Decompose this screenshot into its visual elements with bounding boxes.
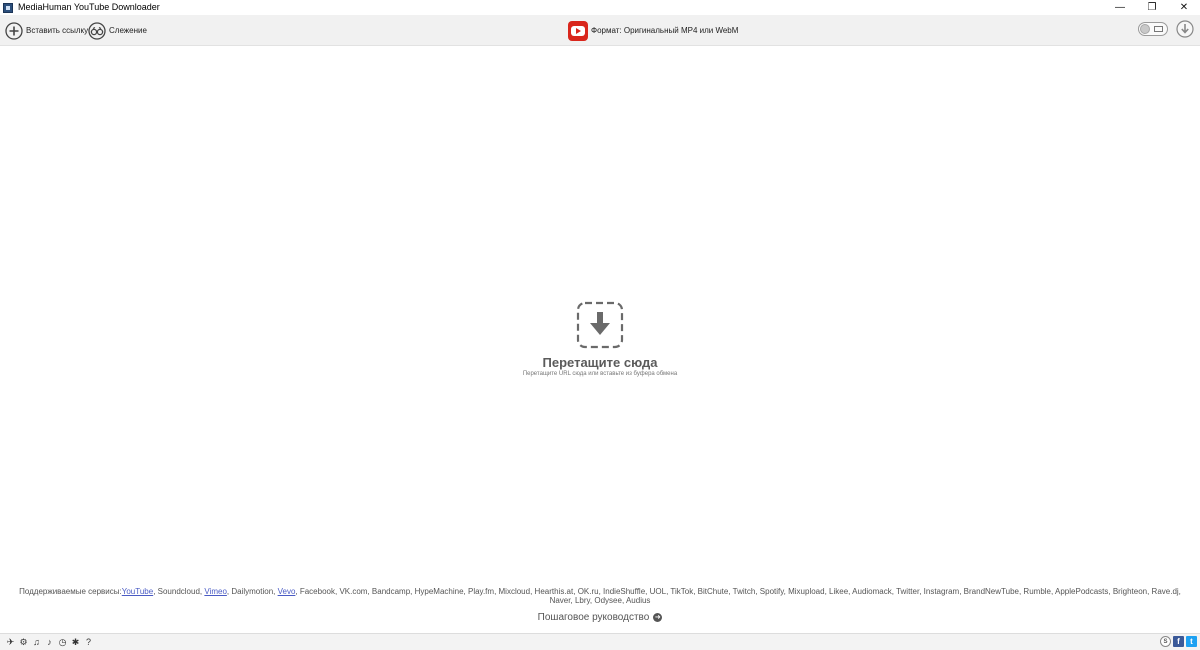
minimize-button[interactable]: — — [1104, 0, 1136, 15]
clock-icon[interactable]: ◷ — [56, 637, 69, 648]
service-brandnewtube: BrandNewTube — [963, 587, 1019, 596]
download-arrow-icon — [576, 301, 624, 349]
service-dailymotion: Dailymotion — [231, 587, 274, 596]
service-bandcamp: Bandcamp — [371, 587, 411, 596]
service-play-fm: Play.fm — [467, 587, 495, 596]
bug-icon[interactable]: ✱ — [69, 637, 82, 648]
facebook-icon[interactable]: f — [1173, 636, 1184, 647]
service-mixcloud: Mixcloud — [498, 587, 531, 596]
skype-icon[interactable]: S — [1160, 636, 1171, 647]
tracking-button[interactable]: Слежение — [88, 21, 147, 40]
paste-link-button[interactable]: Вставить ссылку — [5, 21, 88, 40]
service-tiktok: TikTok — [670, 587, 694, 596]
guide-label: Пошаговое руководство — [537, 612, 650, 623]
plus-circle-icon — [5, 21, 23, 40]
service-instagram: Instagram — [923, 587, 960, 596]
statusbar-left-icons: ✈ ⚙ ♫ ♪ ◷ ✱? — [4, 637, 95, 648]
send-icon[interactable]: ✈ — [4, 637, 17, 648]
service-facebook: Facebook — [299, 587, 335, 596]
services-prefix: Поддерживаемые сервисы: — [19, 587, 122, 596]
bird-icon[interactable]: ♪ — [43, 637, 56, 648]
service-vevo[interactable]: Vevo — [278, 587, 296, 596]
guide-link[interactable]: Пошаговое руководство ➜ — [0, 612, 1200, 623]
title-bar: MediaHuman YouTube Downloader — ❐ ✕ — [0, 0, 1200, 15]
format-selector[interactable]: Формат: Оригинальный MP4 или WebM — [568, 20, 739, 41]
service-naver: Naver — [549, 596, 571, 605]
service-brighteon: Brighteon — [1112, 587, 1148, 596]
video-mode-icon — [1154, 26, 1163, 32]
service-uol: UOL — [649, 587, 667, 596]
service-hearthis-at: Hearthis.at — [534, 587, 574, 596]
drop-zone[interactable]: Перетащите сюда Перетащите URL сюда или … — [500, 301, 700, 377]
service-youtube[interactable]: YouTube — [122, 587, 153, 596]
service-twitch: Twitch — [732, 587, 756, 596]
restore-button[interactable]: ❐ — [1136, 0, 1168, 15]
service-indieshuffle: IndieShuffle — [603, 587, 646, 596]
gear-icon[interactable]: ⚙ — [17, 637, 30, 648]
drop-subtitle: Перетащите URL сюда или вставьте из буфе… — [522, 371, 678, 377]
status-bar: ✈ ⚙ ♫ ♪ ◷ ✱? Sft — [0, 633, 1200, 650]
close-button[interactable]: ✕ — [1168, 0, 1200, 15]
service-mixupload: Mixupload — [788, 587, 825, 596]
service-odysee: Odysee — [594, 596, 622, 605]
music-icon[interactable]: ♫ — [30, 637, 43, 648]
service-vk-com: VK.com — [339, 587, 368, 596]
service-audius: Audius — [625, 596, 651, 605]
paste-link-label: Вставить ссылку — [26, 26, 89, 35]
download-all-button[interactable] — [1176, 20, 1194, 38]
separator: , — [1178, 587, 1181, 596]
toolbar: Вставить ссылку Слежение Формат: Оригина… — [0, 15, 1200, 46]
services-list: YouTube, Soundcloud, Vimeo, Dailymotion,… — [122, 587, 1181, 605]
mode-toggle[interactable] — [1138, 22, 1168, 36]
toggle-knob — [1140, 24, 1150, 34]
service-likee: Likee — [829, 587, 849, 596]
supported-services: Поддерживаемые сервисы:YouTube, Soundclo… — [10, 587, 1190, 605]
service-rumble: Rumble — [1023, 587, 1051, 596]
twitter-icon[interactable]: t — [1186, 636, 1197, 647]
window-controls: — ❐ ✕ — [1104, 0, 1200, 15]
arrow-right-icon: ➜ — [653, 613, 663, 622]
drop-title: Перетащите сюда — [542, 355, 658, 370]
window-title: MediaHuman YouTube Downloader — [18, 2, 160, 12]
tracking-label: Слежение — [109, 26, 147, 35]
service-lbry: Lbry — [574, 596, 590, 605]
service-soundcloud: Soundcloud — [157, 587, 200, 596]
format-label: Формат: Оригинальный MP4 или WebM — [591, 26, 739, 35]
youtube-icon — [568, 20, 588, 41]
binoculars-icon — [88, 21, 106, 40]
service-bitchute: BitChute — [697, 587, 729, 596]
app-icon — [3, 2, 13, 13]
help-icon[interactable]: ? — [82, 637, 95, 648]
service-vimeo[interactable]: Vimeo — [204, 587, 227, 596]
service-twitter: Twitter — [896, 587, 920, 596]
download-list-area[interactable]: Перетащите сюда Перетащите URL сюда или … — [0, 47, 1200, 633]
statusbar-right-icons: Sft — [1158, 636, 1197, 647]
service-rave-dj: Rave.dj — [1151, 587, 1179, 596]
service-ok-ru: OK.ru — [577, 587, 599, 596]
service-spotify: Spotify — [759, 587, 784, 596]
service-applepodcasts: ApplePodcasts — [1055, 587, 1109, 596]
service-hypemachine: HypeMachine — [414, 587, 464, 596]
service-audiomack: Audiomack — [852, 587, 892, 596]
